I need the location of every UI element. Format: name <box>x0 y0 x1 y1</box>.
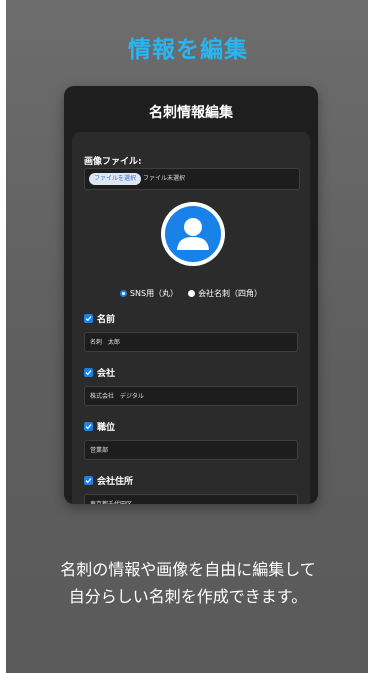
choose-file-button[interactable]: ファイルを選択 <box>89 173 142 185</box>
checkbox-checked-icon <box>84 422 93 431</box>
field-label-address: 会社住所 <box>97 477 134 487</box>
address-field[interactable]: 東京都千代田区 <box>84 494 298 504</box>
radio-label: 会社名刺（四角） <box>198 289 263 298</box>
screen-title: 名刺情報編集 <box>149 105 233 121</box>
radio-sns-round[interactable]: SNS用（丸） <box>119 288 179 299</box>
field-label-position: 職位 <box>97 423 116 433</box>
checkbox-checked-icon <box>84 314 93 323</box>
file-input[interactable]: ファイルを選択 ファイル未選択 <box>84 168 300 190</box>
field-label-company: 会社 <box>97 369 116 379</box>
edit-form: 画像ファイル: ファイルを選択 ファイル未選択 SNS用（丸） 会社名刺（四角） <box>72 132 310 504</box>
file-status: ファイル未選択 <box>143 175 186 182</box>
caption-line-1: 名刺の情報や画像を自由に編集して <box>60 560 316 579</box>
radio-selected-icon <box>119 290 127 297</box>
radio-company-square[interactable]: 会社名刺（四角） <box>188 288 262 299</box>
checkbox-company[interactable]: 会社 <box>84 366 115 379</box>
feature-caption: 名刺の情報や画像を自由に編集して 自分らしい名刺を作成できます。 <box>0 556 376 610</box>
avatar[interactable] <box>161 202 225 266</box>
checkbox-name[interactable]: 名前 <box>84 312 115 325</box>
company-field[interactable]: 株式会社 デジタル <box>84 386 298 406</box>
image-file-label: 画像ファイル: <box>84 157 142 167</box>
person-icon <box>165 206 221 262</box>
field-label-name: 名前 <box>97 315 116 325</box>
name-field[interactable]: 名刺 太郎 <box>84 332 298 352</box>
radio-unselected-icon <box>188 290 196 297</box>
page-headline: 情報を編集 <box>128 37 248 63</box>
shape-radio-group: SNS用（丸） 会社名刺（四角） <box>72 288 310 299</box>
checkbox-position[interactable]: 職位 <box>84 420 115 433</box>
checkbox-checked-icon <box>84 476 93 485</box>
checkbox-checked-icon <box>84 368 93 377</box>
radio-label: SNS用（丸） <box>129 289 179 298</box>
checkbox-address[interactable]: 会社住所 <box>84 474 133 487</box>
caption-line-2: 自分らしい名刺を作成できます。 <box>68 587 308 606</box>
position-field[interactable]: 営業部 <box>84 440 298 460</box>
phone-screen: 名刺情報編集 画像ファイル: ファイルを選択 ファイル未選択 SNS用（丸） 会… <box>64 86 318 504</box>
